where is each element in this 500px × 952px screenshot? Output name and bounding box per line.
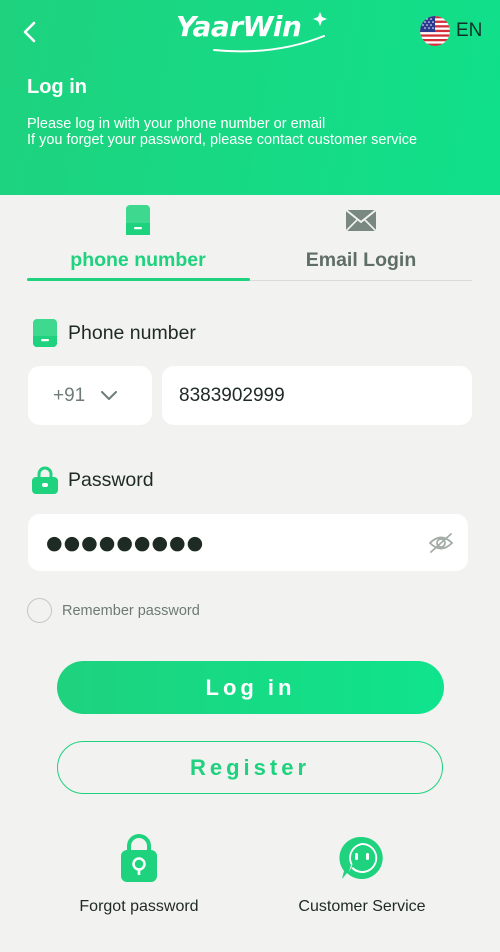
phone-input-box <box>162 366 472 425</box>
page-title: Log in <box>27 76 87 98</box>
subtitle-line-1: Please log in with your phone number or … <box>27 116 326 132</box>
language-selector[interactable]: EN <box>420 16 482 46</box>
register-button[interactable]: Register <box>57 741 443 794</box>
back-button[interactable] <box>16 18 44 46</box>
page-subtitle: Please log in with your phone number or … <box>27 116 417 148</box>
logo-swoosh <box>213 12 327 53</box>
customer-service-label: Customer Service <box>298 898 426 915</box>
subtitle-line-2: If you forget your password, please cont… <box>27 132 418 148</box>
password-label-text: Password <box>68 468 154 491</box>
us-flag-icon <box>420 16 450 46</box>
envelope-icon <box>346 209 376 232</box>
tab-phone-number[interactable]: phone number <box>27 203 249 281</box>
phone-label-text: Phone number <box>68 321 196 344</box>
tab-email-label: Email Login <box>305 249 417 271</box>
password-input-box <box>28 514 468 571</box>
chevron-down-icon <box>101 390 118 401</box>
eye-slash-icon[interactable] <box>428 530 454 556</box>
lock-icon <box>32 466 58 494</box>
login-method-tabs: phone number Email Login <box>27 203 472 281</box>
remember-label: Remember password <box>62 602 200 619</box>
phone-icon <box>32 319 58 347</box>
remember-checkbox[interactable] <box>27 598 52 623</box>
customer-service-link[interactable]: Customer Service <box>282 834 442 918</box>
remember-password-toggle[interactable]: Remember password <box>27 598 200 623</box>
password-field-label: Password <box>32 466 154 494</box>
password-input[interactable] <box>28 514 408 571</box>
tab-email-login[interactable]: Email Login <box>250 203 472 281</box>
country-code-select[interactable]: +91 <box>28 366 152 425</box>
lock-icon <box>121 834 157 882</box>
language-label: EN <box>456 20 483 41</box>
chat-bubble-icon <box>339 836 383 879</box>
phone-input[interactable] <box>162 366 472 425</box>
logo: YaarWin <box>174 6 334 56</box>
phone-field-label: Phone number <box>32 319 196 347</box>
forgot-password-label: Forgot password <box>79 898 199 915</box>
login-button[interactable]: Log in <box>57 661 444 714</box>
tab-phone-label: phone number <box>70 249 206 271</box>
active-tab-indicator <box>27 278 250 281</box>
header-banner: YaarWin EN Log in Please log in with you… <box>0 0 500 195</box>
forgot-password-link[interactable]: Forgot password <box>59 834 219 918</box>
chevron-left-icon <box>23 21 36 43</box>
phone-icon <box>126 205 150 235</box>
country-code-value: +91 <box>53 384 86 406</box>
